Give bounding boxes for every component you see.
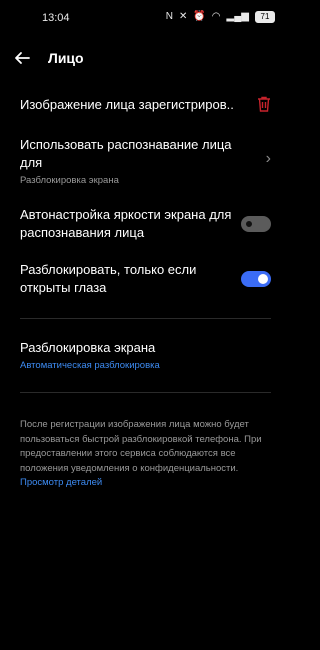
mute-icon: ✕ [178, 11, 188, 22]
app-bar: Лицо [0, 44, 291, 72]
wifi-icon: ◠ [211, 11, 221, 22]
battery-icon: 71 [255, 11, 275, 23]
auto-brightness-toggle[interactable] [241, 216, 271, 232]
nfc-icon: N [165, 11, 173, 22]
eyes-open-toggle[interactable] [241, 271, 271, 287]
face-image-row[interactable]: Изображение лица зарегистриров.. [20, 96, 271, 116]
status-bar: 13:04 N ✕ ⏰ ◠ ▂▄▆ 71 [0, 0, 291, 36]
toggle-knob [244, 219, 254, 229]
screen-unlock-row[interactable]: Разблокировка экрана Автоматическая разб… [20, 339, 271, 375]
toggle-knob [258, 274, 268, 284]
privacy-footer: После регистрации изображения лица можно… [20, 418, 265, 491]
eyes-open-label: Разблокировать, только если открыты глаз… [20, 262, 197, 295]
use-for-value: Разблокировка экрана [20, 175, 119, 186]
view-details-link[interactable]: Просмотр деталей [20, 477, 102, 488]
auto-brightness-row[interactable]: Автонастройка яркости экрана для распозн… [20, 206, 271, 244]
privacy-text: После регистрации изображения лица можно… [20, 419, 262, 474]
face-image-label: Изображение лица зарегистриров.. [20, 97, 234, 112]
alarm-icon: ⏰ [193, 11, 206, 22]
use-for-label: Использовать распознавание лица для [20, 137, 232, 170]
back-arrow-icon[interactable] [14, 47, 36, 69]
screen-unlock-label: Разблокировка экрана [20, 340, 156, 355]
page-title: Лицо [48, 50, 84, 66]
status-icons: N ✕ ⏰ ◠ ▂▄▆ 71 [166, 11, 275, 23]
delete-icon[interactable] [257, 96, 271, 112]
status-time: 13:04 [42, 12, 70, 24]
auto-brightness-label: Автонастройка яркости экрана для распозн… [20, 207, 232, 240]
signal-icon: ▂▄▆ [226, 11, 249, 22]
eyes-open-row[interactable]: Разблокировать, только если открыты глаз… [20, 261, 271, 299]
use-for-row[interactable]: Использовать распознавание лица для Разб… [20, 136, 271, 188]
divider [20, 392, 271, 393]
divider [20, 318, 271, 319]
chevron-right-icon: › [265, 150, 271, 167]
screen-unlock-value: Автоматическая разблокировка [20, 360, 160, 371]
